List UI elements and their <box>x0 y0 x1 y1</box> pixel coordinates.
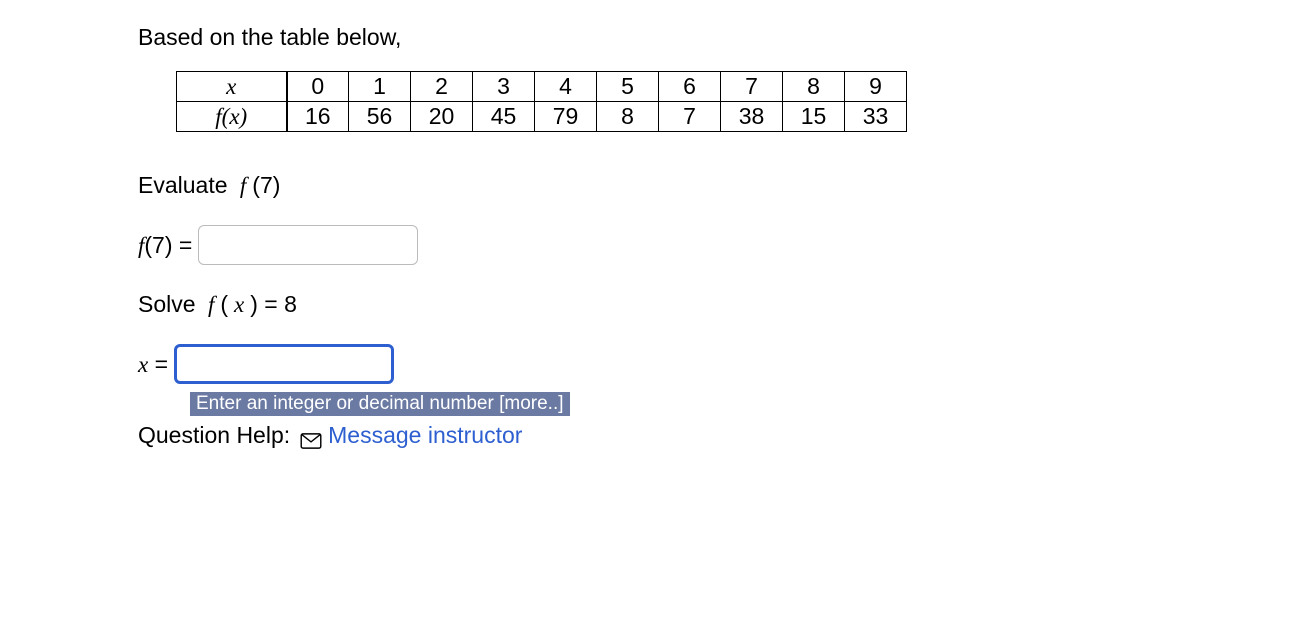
table-cell: 56 <box>349 102 411 132</box>
table-cell: 8 <box>597 102 659 132</box>
table-cell: 4 <box>535 72 597 102</box>
question-2-label: Solve f(x) = 8 <box>138 291 1304 318</box>
table-cell: 3 <box>473 72 535 102</box>
table-cell: 6 <box>659 72 721 102</box>
table-cell: 9 <box>845 72 907 102</box>
answer-1-input[interactable] <box>198 225 418 265</box>
table-cell: 45 <box>473 102 535 132</box>
prompt-text: Based on the table below, <box>138 24 1304 51</box>
table-row-fx-label: f(x) <box>177 102 287 132</box>
table-cell: 38 <box>721 102 783 132</box>
message-instructor-link[interactable]: Message instructor <box>300 422 522 449</box>
table-cell: 1 <box>349 72 411 102</box>
table-cell: 7 <box>659 102 721 132</box>
table-cell: 79 <box>535 102 597 132</box>
table-cell: 5 <box>597 72 659 102</box>
question-help-label: Question Help: <box>138 422 290 449</box>
message-instructor-text: Message instructor <box>328 422 522 449</box>
table-cell: 20 <box>411 102 473 132</box>
table-row-x-label: x <box>177 72 287 102</box>
question-1-label: Evaluate f(7) <box>138 172 1304 199</box>
table-cell: 8 <box>783 72 845 102</box>
table-cell: 15 <box>783 102 845 132</box>
answer-2-input[interactable] <box>174 344 394 384</box>
input-hint[interactable]: Enter an integer or decimal number [more… <box>190 392 570 416</box>
envelope-icon <box>300 428 322 444</box>
table-cell: 7 <box>721 72 783 102</box>
answer-1-label: f(7) = <box>138 232 192 259</box>
table-cell: 2 <box>411 72 473 102</box>
table-cell: 0 <box>287 72 349 102</box>
answer-2-label: x = <box>138 351 168 378</box>
function-table: x 0 1 2 3 4 5 6 7 8 9 f(x) 16 56 20 45 7… <box>176 71 907 132</box>
table-cell: 33 <box>845 102 907 132</box>
table-cell: 16 <box>287 102 349 132</box>
